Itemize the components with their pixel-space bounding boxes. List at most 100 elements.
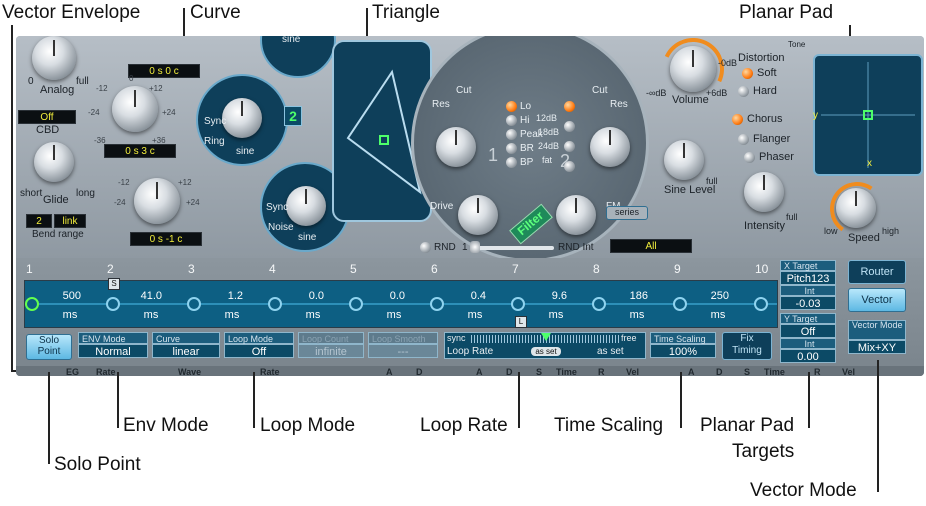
x-target-value[interactable]: Pitch123 [780,271,836,285]
slope-24db-led[interactable] [564,141,575,152]
slope-fat-led[interactable] [564,161,575,172]
filter-mode-lo-label: Lo [520,101,532,112]
rnd-target-select[interactable]: All [610,239,692,253]
osc2-sine-label: sine [236,146,255,157]
y-target-value[interactable]: Off [780,324,836,338]
filter2-fm-knob[interactable] [556,195,596,235]
osc1-sine-label: sine [282,36,301,45]
bend-range-down[interactable]: 2 [26,214,52,228]
slope-18db-led[interactable] [564,121,575,132]
osc2-wave-selector[interactable]: Sync Ring sine [196,74,288,166]
envelope-point-2[interactable] [106,297,120,311]
chorus-led[interactable] [732,114,743,125]
envelope-point-10[interactable] [754,297,768,311]
segment-time-value[interactable]: 1.2 [203,290,243,302]
filter2-cut-knob[interactable] [590,127,630,167]
curve-value[interactable]: linear [152,344,220,358]
slope-12db-led[interactable] [564,101,575,112]
segment-time-value[interactable]: 0.0 [284,290,324,302]
segment-time-value[interactable]: 0.0 [365,290,405,302]
segment-time-value[interactable]: 186 [608,290,648,302]
filter-mode-bp-led[interactable] [506,157,517,168]
segment-time-value[interactable]: 500 [41,290,81,302]
flanger-led[interactable] [738,134,749,145]
env-mode-value[interactable]: Normal [78,344,148,358]
distortion-soft-led[interactable] [742,68,753,79]
x-int-value[interactable]: -0.03 [780,296,836,310]
loop-marker[interactable]: L [515,316,527,328]
loop-rate-control[interactable]: sync free Loop Rate as set as set [444,332,646,359]
distortion-hard-led[interactable] [738,86,749,97]
sine-level-knob[interactable] [664,140,704,180]
solo-point-button[interactable]: Solo Point [26,334,72,360]
callout-time-scaling: Time Scaling [554,415,664,436]
segment-time-value[interactable]: 0.4 [446,290,486,302]
loop-rate-pointer[interactable] [541,333,551,341]
time-scaling-value[interactable]: 100% [650,344,716,358]
osc2-wave-knob[interactable] [222,98,262,138]
env-mode-menu[interactable]: ENV Mode [78,332,148,344]
x-target-menu[interactable]: X Target [780,260,836,271]
filter-blend-button[interactable]: Filter [509,203,553,245]
rnd-int-thumb[interactable] [470,241,480,253]
bend-range-value: 2 [36,216,42,227]
intensity-knob[interactable] [744,172,784,212]
filter1-cut-knob[interactable] [436,127,476,167]
vector-mode-menu[interactable]: Vector Mode [848,320,906,340]
loop-rate-value[interactable]: as set [531,347,561,356]
y-target-menu[interactable]: Y Target [780,313,836,324]
cbd-value: Off [40,112,54,123]
y-int-value[interactable]: 0.00 [780,349,836,363]
phaser-led[interactable] [744,152,755,163]
loop-smooth-label: Loop Smooth [372,334,426,344]
envelope-point-1[interactable] [25,297,39,311]
loop-rate-sync-label: sync [447,333,466,343]
point-number-4: 4 [269,262,276,276]
filter-mode-peak-led[interactable] [506,129,517,140]
envelope-point-6[interactable] [430,297,444,311]
envelope-timeline [25,303,777,305]
segment-time-value[interactable]: 250 [689,290,729,302]
vector-mode-value[interactable]: Mix+XY [848,340,906,354]
time-scaling-label-box: Time Scaling [650,332,716,344]
planar-pad[interactable]: y x [813,54,923,176]
loop-rate-right-value: as set [597,346,624,357]
osc1-wave-selector[interactable]: FM sine [260,36,336,78]
vector-envelope-track[interactable]: 500 ms 41.0 ms 1.2 ms 0.0 ms 0.0 ms 0.4 ms 9.6 ms 186 m… [24,280,778,328]
sustain-marker[interactable]: S [108,278,120,290]
callout-triangle: Triangle [372,2,440,23]
envelope-point-5[interactable] [349,297,363,311]
bend-range-label: Bend range [32,229,84,240]
envelope-point-3[interactable] [187,297,201,311]
envelope-point-7[interactable] [511,297,525,311]
filter-mode-br-led[interactable] [506,143,517,154]
router-button[interactable]: Router [848,260,906,284]
fix-timing-button[interactable]: Fix Timing [722,332,772,360]
osc3-wave-knob[interactable] [286,186,326,226]
loop-count-value[interactable]: infinite [298,344,364,358]
envelope-point-8[interactable] [592,297,606,311]
bend-range-link[interactable]: link [54,214,86,228]
filter1-drive-knob[interactable] [458,195,498,235]
y-int-label-box: Int [780,338,836,349]
filter-mode-lo-led[interactable] [506,101,517,112]
filter-mode-hi-led[interactable] [506,115,517,126]
loop-mode-menu[interactable]: Loop Mode [224,332,294,344]
cbd-select[interactable]: Off [18,110,76,124]
segment-time-value[interactable]: 41.0 [122,290,162,302]
rnd-int-slider[interactable] [470,246,554,250]
series-button[interactable]: series [606,206,648,220]
envelope-point-4[interactable] [268,297,282,311]
segment-time-value[interactable]: 9.6 [527,290,567,302]
curve-label-box: Curve [152,332,220,344]
analog-knob[interactable] [32,36,76,80]
vector-button[interactable]: Vector [848,288,906,312]
osc3-tune-knob[interactable] [134,178,180,224]
envelope-point-9[interactable] [673,297,687,311]
osc3-tune-value: 0 s -1 c [149,234,183,245]
glide-knob[interactable] [34,142,74,182]
rnd-button[interactable] [420,242,431,253]
loop-smooth-value[interactable]: --- [368,344,438,358]
bottom-d3-label: D [716,367,723,376]
loop-mode-value[interactable]: Off [224,344,294,358]
